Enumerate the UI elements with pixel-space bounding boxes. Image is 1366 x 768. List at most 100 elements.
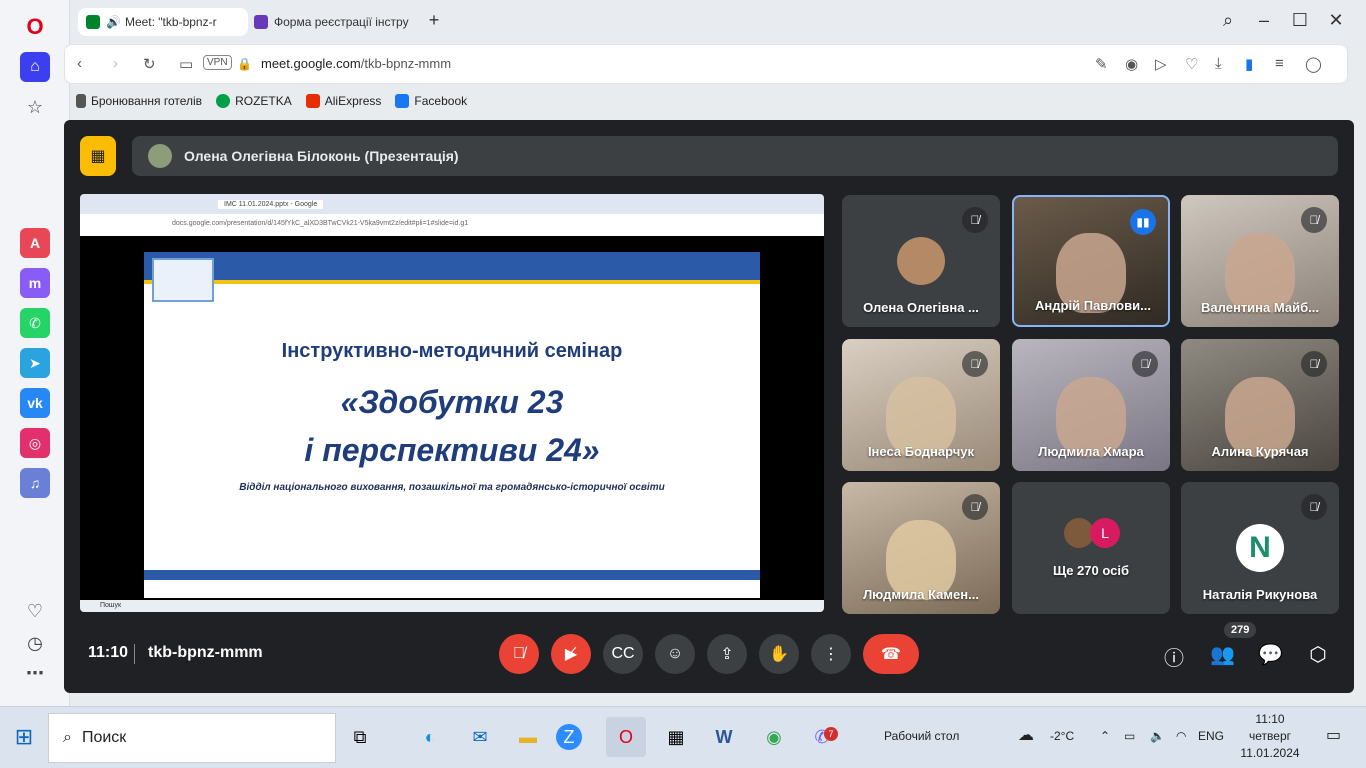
weather-temp[interactable]: -2°C — [1050, 729, 1074, 743]
task-view-icon[interactable]: ⧉ — [340, 717, 380, 757]
language-indicator[interactable]: ENG — [1198, 729, 1224, 743]
more-participants-tile[interactable]: L Ще 270 осіб — [1012, 482, 1170, 614]
chrome-icon[interactable]: ◉ — [754, 717, 794, 757]
present-button[interactable]: ⇪ — [707, 634, 747, 674]
taskbar-search[interactable]: ⌕ Поиск — [48, 713, 336, 763]
reload-icon[interactable]: ↻ — [143, 55, 156, 73]
leave-call-button[interactable]: ☎ — [863, 634, 919, 674]
store-icon[interactable]: ▦ — [656, 717, 696, 757]
messenger-icon[interactable]: m — [20, 268, 50, 298]
emoji-button[interactable]: ☺ — [655, 634, 695, 674]
whatsapp-icon[interactable]: ✆ — [20, 308, 50, 338]
camera-indicator-icon[interactable]: ▭ — [179, 55, 193, 73]
forward-icon[interactable]: › — [113, 55, 118, 72]
notifications-icon[interactable]: ▭ — [1326, 725, 1341, 745]
battery-icon[interactable]: ▭ — [1124, 729, 1135, 743]
mic-off-icon: 🎙̸ — [1132, 351, 1158, 377]
mail-icon[interactable]: ✉ — [460, 717, 500, 757]
participant-tile[interactable]: 🎙̸ Олена Олегівна ... — [842, 195, 1000, 327]
participant-tile[interactable]: 🎙̸ Інеса Боднарчук — [842, 339, 1000, 471]
camera-toggle-button[interactable]: ▶̸ — [551, 634, 591, 674]
desktop-label[interactable]: Рабочий стол — [884, 729, 959, 743]
url-field[interactable]: meet.google.com/tkb-bpnz-mmm — [261, 56, 451, 71]
activities-icon[interactable]: ⬡ — [1306, 642, 1330, 667]
weather-icon[interactable]: ☁ — [1018, 725, 1034, 745]
tray-chevron-icon[interactable]: ⌃ — [1100, 729, 1110, 743]
star-icon[interactable]: ☆ — [20, 92, 50, 122]
vpn-badge[interactable]: VPN — [203, 55, 232, 70]
windows-start-icon[interactable]: ⊞ — [4, 717, 44, 757]
minimize-button[interactable]: – — [1252, 10, 1276, 31]
bookmark-label: ROZETKA — [235, 94, 292, 108]
others-letter-avatar: L — [1090, 518, 1120, 548]
presenter-avatar — [148, 144, 172, 168]
download-icon[interactable]: ⤓ — [1215, 55, 1222, 72]
mic-toggle-button[interactable]: 🎙̸ — [499, 634, 539, 674]
bookmark-facebook[interactable]: Facebook — [395, 94, 467, 108]
mic-off-icon: 🎙̸ — [1301, 494, 1327, 520]
wifi-icon[interactable]: ◠ — [1176, 729, 1186, 743]
opera-taskbar-icon[interactable]: O — [606, 717, 646, 757]
battery-saver-icon[interactable]: ▮ — [1245, 55, 1253, 73]
send-icon[interactable]: ▷ — [1155, 55, 1167, 73]
chat-icon[interactable]: 💬 — [1258, 642, 1283, 667]
clock-date: 11.01.2024 — [1240, 746, 1300, 760]
player-icon[interactable]: ♫ — [20, 468, 50, 498]
clock[interactable]: 11:10 четверг 11.01.2024 — [1240, 711, 1300, 762]
maximize-button[interactable]: ☐ — [1288, 10, 1312, 31]
search-label: Поиск — [81, 729, 127, 746]
edit-icon[interactable]: ✎ — [1095, 55, 1108, 73]
more-options-button[interactable]: ⋮ — [811, 634, 851, 674]
aria-icon[interactable]: A — [20, 228, 50, 258]
tab-form[interactable]: Форма реєстрації інстру — [246, 8, 416, 36]
meet-area: ▦ Олена Олегівна Білоконь (Презентація) … — [64, 120, 1354, 693]
slide-stripe-bottom — [144, 570, 760, 580]
new-tab-button[interactable]: + — [422, 10, 446, 31]
search-tabs-icon[interactable]: ⌕ — [1216, 10, 1240, 31]
url-path: /tkb-bpnz-mmm — [360, 56, 452, 71]
participant-count-badge: 279 — [1224, 622, 1257, 638]
captions-button[interactable]: CC — [603, 634, 643, 674]
instagram-icon[interactable]: ◎ — [20, 428, 50, 458]
bookmark-hotels[interactable]: Бронювання готелів — [76, 94, 202, 108]
participant-tile[interactable]: 🎙̸ Алина Курячая — [1181, 339, 1339, 471]
slide-subtitle: Відділ національного виховання, позашкіл… — [239, 482, 665, 493]
edge-icon[interactable]: ◐ — [410, 717, 450, 757]
home-icon[interactable]: ⌂ — [20, 52, 50, 82]
people-icon[interactable]: 👥 — [1210, 642, 1235, 667]
tab-meet[interactable]: 🔊 Meet: "tkb-bpnz-r — [78, 8, 248, 36]
presenter-name: Олена Олегівна Білоконь (Презентація) — [184, 148, 459, 164]
word-icon[interactable]: W — [704, 717, 744, 757]
file-explorer-icon[interactable]: ▬ — [508, 717, 548, 757]
opera-logo-icon[interactable]: O — [20, 12, 50, 42]
back-icon[interactable]: ‹ — [77, 55, 82, 72]
speaking-icon: ▮▮ — [1130, 209, 1156, 235]
profile-icon[interactable]: ◯ — [1305, 55, 1322, 73]
more-participants-label: Ще 270 осіб — [1052, 563, 1130, 578]
participant-tile[interactable]: 🎙̸ Людмила Камен... — [842, 482, 1000, 614]
participant-tile[interactable]: 🎙̸ Валентина Майб... — [1181, 195, 1339, 327]
participant-tile[interactable]: ▮▮ Андрій Павлови... — [1012, 195, 1170, 327]
snapshot-icon[interactable]: ◉ — [1125, 55, 1138, 73]
volume-icon[interactable]: 🔈 — [1150, 729, 1165, 743]
zoom-icon[interactable]: Z — [556, 724, 582, 750]
easy-setup-icon[interactable]: ≡ — [1275, 55, 1284, 72]
more-icon[interactable]: ⋯ — [20, 658, 50, 688]
vk-icon[interactable]: vk — [20, 388, 50, 418]
slide-logo — [152, 258, 214, 302]
raise-hand-button[interactable]: ✋ — [759, 634, 799, 674]
lock-icon[interactable]: 🔒 — [237, 57, 252, 71]
presentation-icon[interactable]: ▦ — [80, 136, 116, 176]
close-window-button[interactable]: ✕ — [1324, 10, 1348, 31]
bookmark-rozetka[interactable]: ROZETKA — [216, 94, 292, 108]
heart-icon[interactable]: ♡ — [20, 596, 50, 626]
meeting-code: tkb-bpnz-mmm — [148, 644, 263, 661]
bookmark-aliexpress[interactable]: AliExpress — [305, 94, 381, 108]
telegram-icon[interactable]: ➤ — [20, 348, 50, 378]
favorite-icon[interactable]: ♡ — [1185, 55, 1198, 73]
participant-tile[interactable]: 🎙̸ Людмила Хмара — [1012, 339, 1170, 471]
facebook-icon — [395, 94, 410, 108]
meeting-info-icon[interactable]: ⓘ — [1162, 642, 1186, 671]
participant-tile[interactable]: N 🎙̸ Наталія Рикунова — [1181, 482, 1339, 614]
history-icon[interactable]: ◷ — [20, 628, 50, 658]
